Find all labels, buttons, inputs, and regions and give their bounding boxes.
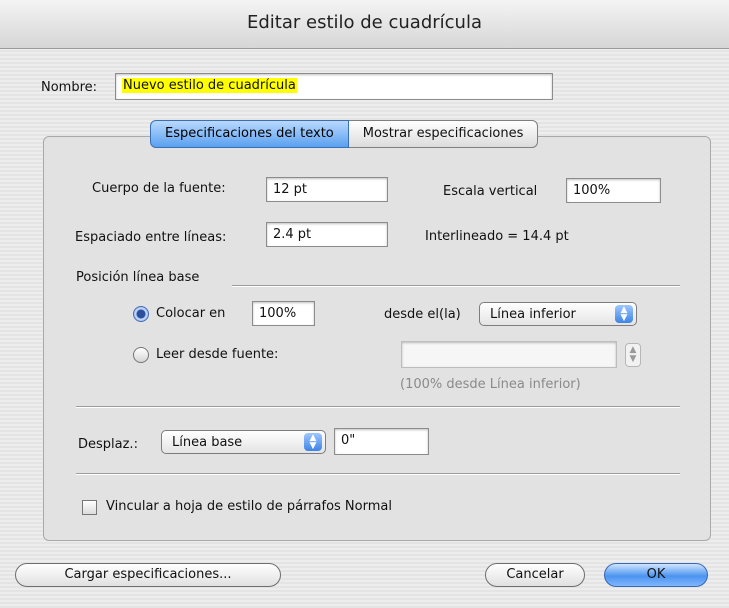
place-at-label: Colocar en xyxy=(156,306,226,321)
name-input[interactable]: Nuevo estilo de cuadrícula xyxy=(115,73,553,100)
load-specs-button[interactable]: Cargar especificaciones... xyxy=(15,563,281,587)
popup-arrows-icon: ▲ ▼ xyxy=(615,305,633,323)
leading-text: Interlineado = 14.4 pt xyxy=(425,229,569,244)
place-at-radio[interactable] xyxy=(133,306,149,322)
font-size-input[interactable]: 12 pt xyxy=(266,177,388,202)
tab-text-specs[interactable]: Especificaciones del texto xyxy=(150,120,349,148)
dialog-window: Editar estilo de cuadrícula Nombre: Nuev… xyxy=(0,0,729,608)
popup-arrows-icon: ▲ ▼ xyxy=(304,433,322,451)
title-bar: Editar estilo de cuadrícula xyxy=(0,0,729,49)
link-normal-style-checkbox[interactable] xyxy=(82,500,97,515)
place-at-input[interactable]: 100% xyxy=(252,301,315,326)
offset-label: Desplaz.: xyxy=(78,437,138,452)
read-from-font-stepper: ▲ ▼ xyxy=(625,343,641,367)
ok-button[interactable]: OK xyxy=(604,563,708,587)
from-label: desde el(la) xyxy=(384,307,461,322)
tab-bar: Especificaciones del texto Mostrar espec… xyxy=(150,120,539,148)
from-popup[interactable]: Línea inferior ▲ ▼ xyxy=(479,302,637,326)
vertical-scale-input[interactable]: 100% xyxy=(566,178,661,203)
offset-input[interactable]: 0" xyxy=(334,428,429,455)
baseline-divider xyxy=(232,285,680,287)
link-normal-style-label: Vincular a hoja de estilo de párrafos No… xyxy=(106,499,392,514)
window-title: Editar estilo de cuadrícula xyxy=(247,12,482,33)
offset-popup[interactable]: Línea base ▲ ▼ xyxy=(161,430,326,454)
line-spacing-label: Espaciado entre líneas: xyxy=(75,230,227,245)
offset-popup-value: Línea base xyxy=(172,435,243,450)
name-label: Nombre: xyxy=(41,80,98,95)
font-size-label: Cuerpo de la fuente: xyxy=(92,181,226,196)
offset-divider-bottom xyxy=(76,473,680,475)
cancel-button[interactable]: Cancelar xyxy=(485,563,585,587)
vertical-scale-label: Escala vertical xyxy=(443,184,538,199)
baseline-hint: (100% desde Línea inferior) xyxy=(400,377,581,392)
baseline-section-label: Posición línea base xyxy=(76,270,200,285)
offset-divider-top xyxy=(76,406,680,408)
read-from-font-label: Leer desde fuente: xyxy=(156,347,279,362)
read-from-font-radio[interactable] xyxy=(133,347,149,363)
line-spacing-input[interactable]: 2.4 pt xyxy=(266,222,388,247)
tab-show-specs[interactable]: Mostrar especificaciones xyxy=(348,120,539,148)
read-from-font-input xyxy=(401,341,617,368)
name-input-value: Nuevo estilo de cuadrícula xyxy=(122,78,297,93)
from-popup-value: Línea inferior xyxy=(490,307,576,322)
